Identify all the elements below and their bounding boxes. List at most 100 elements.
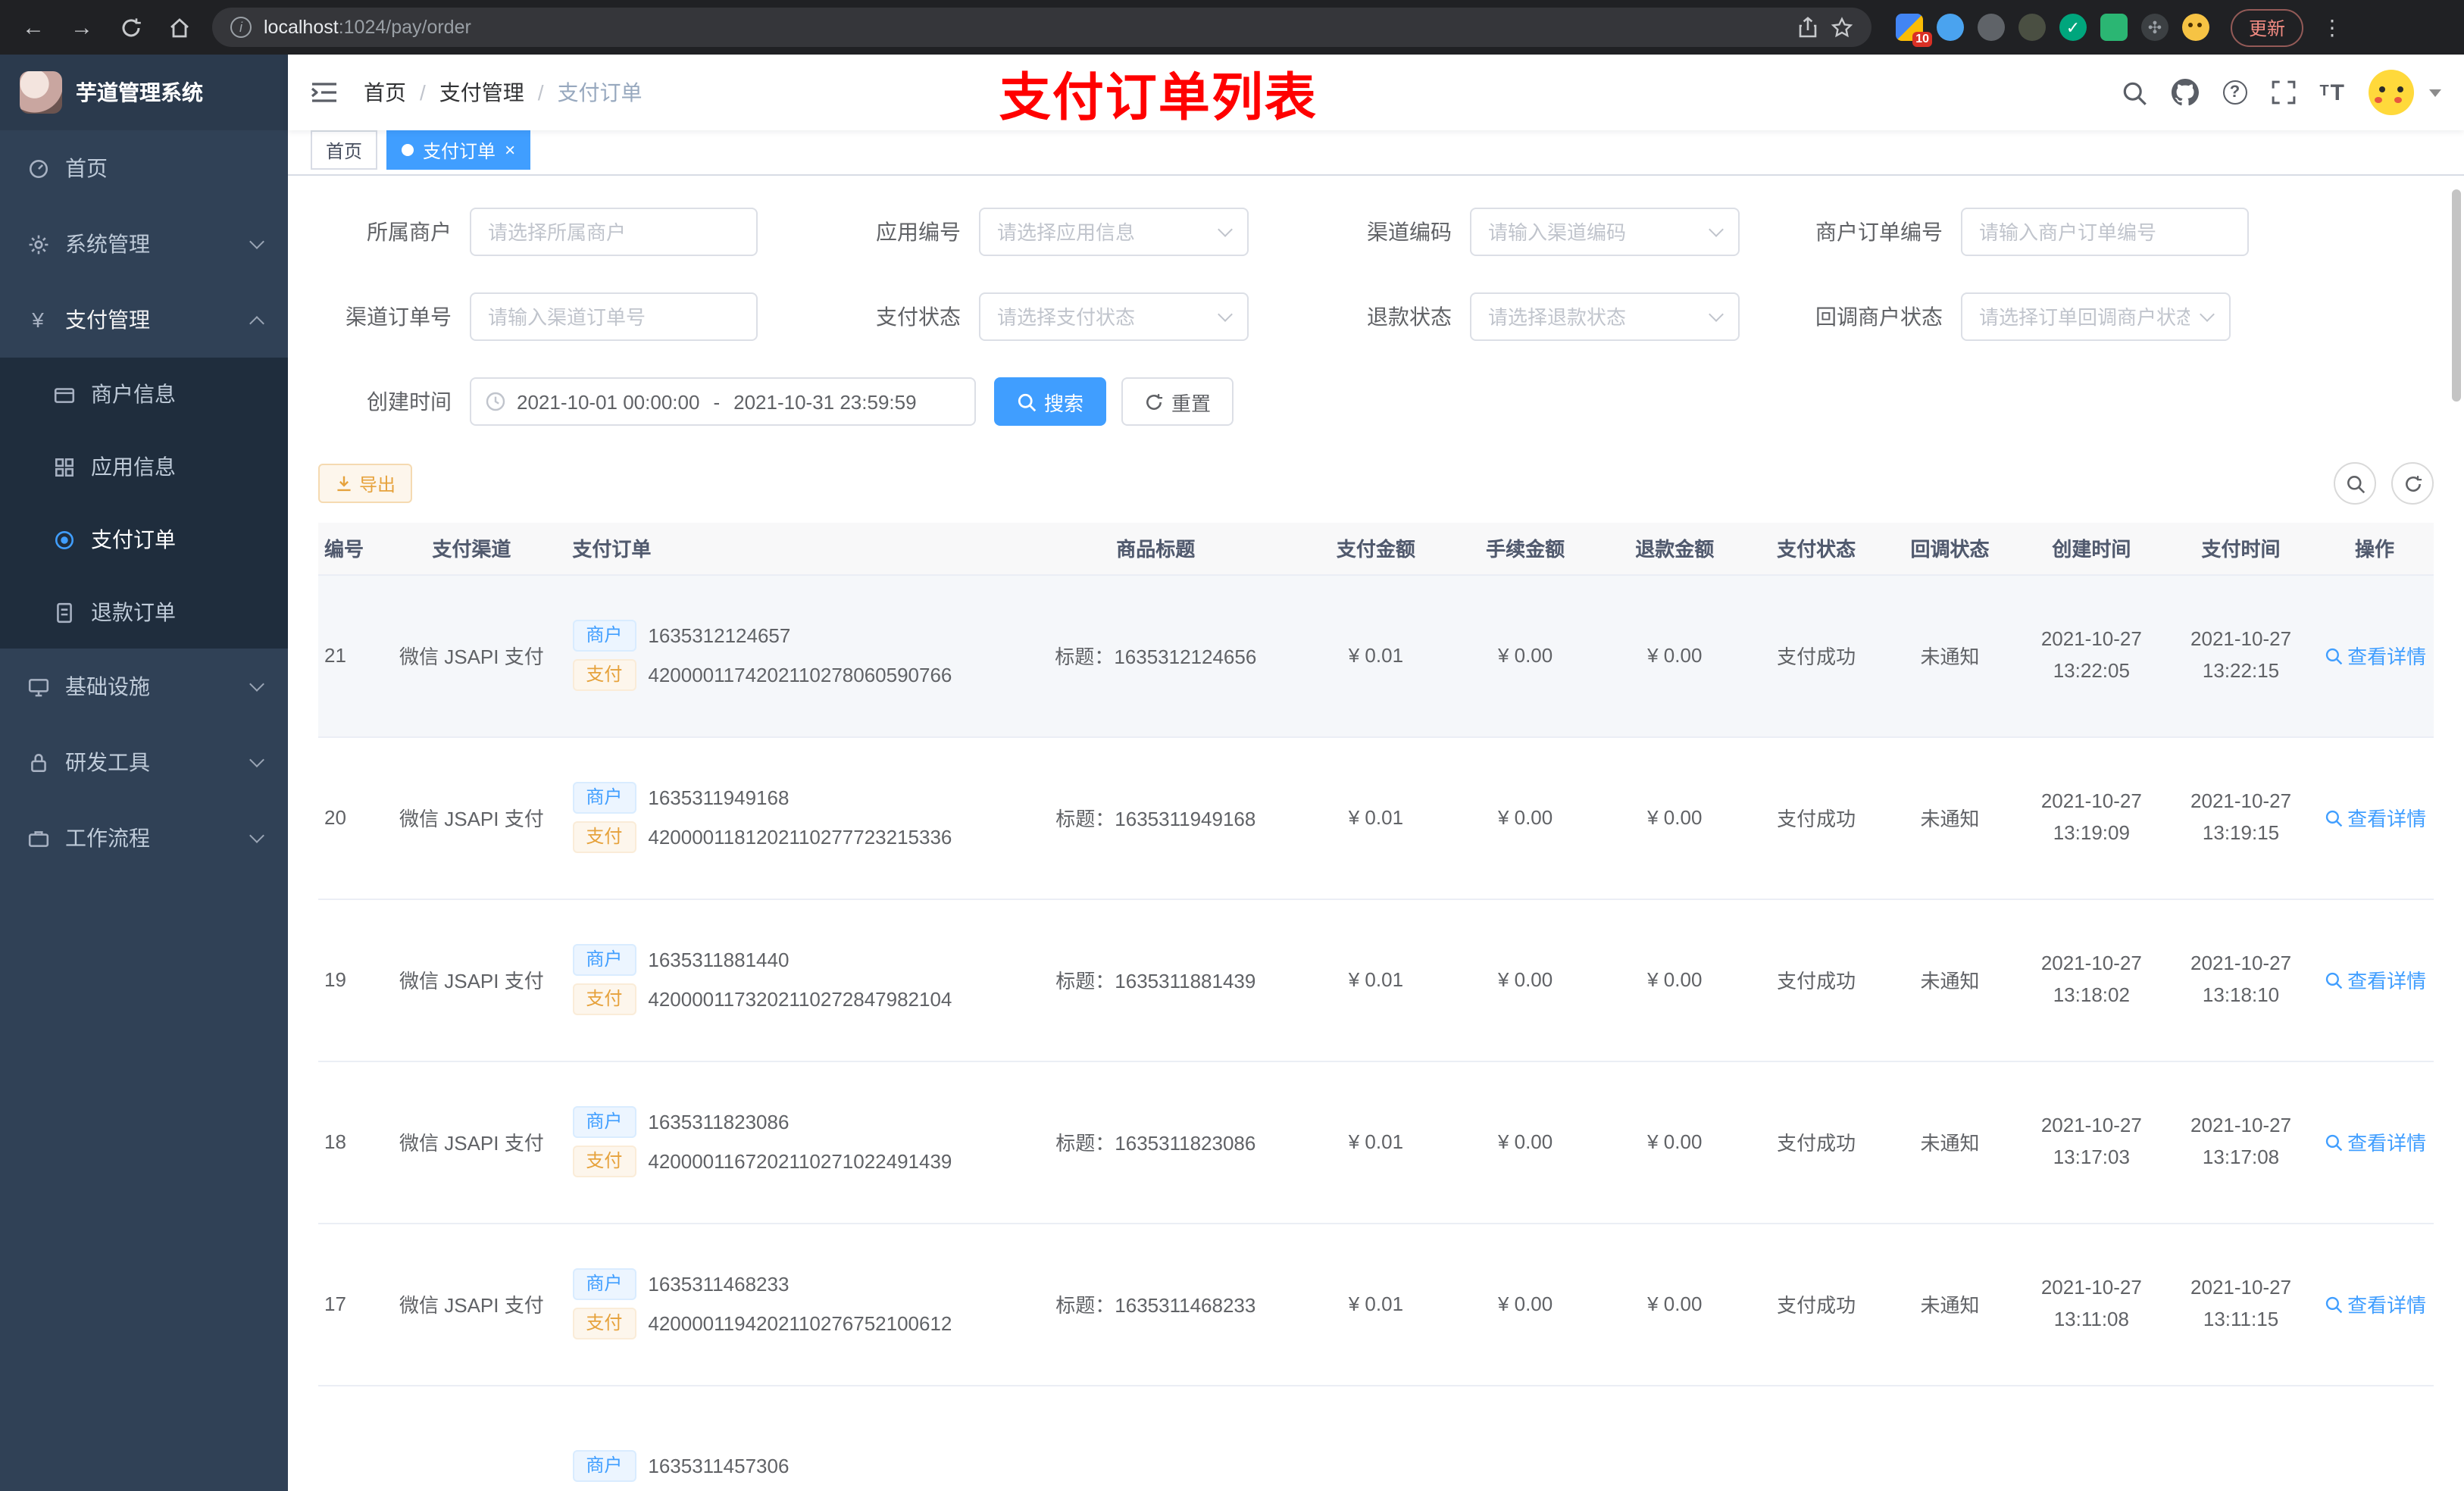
cell-action: 查看详情 xyxy=(2315,574,2434,737)
profile-avatar-icon[interactable] xyxy=(2182,14,2209,41)
export-button-label: 导出 xyxy=(359,474,396,495)
cell-pay-order: 商户 1635311949168 支付 4200001181202110277723… xyxy=(554,736,1011,899)
clock-icon xyxy=(485,391,506,412)
fullscreen-icon[interactable] xyxy=(2271,80,2295,105)
cell-action: 查看详情 xyxy=(2315,899,2434,1061)
col-action: 操作 xyxy=(2315,523,2434,575)
sidebar-item-payment[interactable]: ¥ 支付管理 xyxy=(0,282,288,358)
extension-icon[interactable] xyxy=(2018,14,2046,41)
site-info-icon[interactable]: i xyxy=(230,17,252,38)
sidebar-item-pay-order[interactable]: 支付订单 xyxy=(0,503,288,576)
table-row[interactable]: 19 微信 JSAPI 支付 商户 1635311881440 支付 4200001… xyxy=(318,899,2434,1061)
sidebar-item-app-info[interactable]: 应用信息 xyxy=(0,430,288,503)
view-detail-link[interactable]: 查看详情 xyxy=(2325,1289,2426,1318)
cell-fee xyxy=(1450,1385,1600,1491)
browser-home-button[interactable] xyxy=(158,6,200,48)
reset-button[interactable]: 重置 xyxy=(1121,377,1234,426)
font-size-icon[interactable]: TT xyxy=(2319,81,2344,104)
extensions-menu-icon[interactable]: ✣ xyxy=(2141,14,2169,41)
merchant-select[interactable] xyxy=(470,208,758,256)
table-row[interactable]: 商户 1635311457306 xyxy=(318,1385,2434,1491)
app-logo[interactable]: 芋道管理系统 xyxy=(0,55,288,130)
view-detail-link[interactable]: 查看详情 xyxy=(2325,1127,2426,1156)
sidebar-item-home[interactable]: 首页 xyxy=(0,130,288,206)
pay-no: 4200001174202110278060590766 xyxy=(648,664,952,686)
breadcrumb-home[interactable]: 首页 xyxy=(364,77,406,108)
extension-chat-icon[interactable] xyxy=(2100,14,2128,41)
cell-notify: 未通知 xyxy=(1883,899,2017,1061)
close-icon[interactable]: × xyxy=(505,141,515,159)
view-detail-link[interactable]: 查看详情 xyxy=(2325,803,2426,832)
extension-icon[interactable] xyxy=(1978,14,2005,41)
pay-status-select[interactable] xyxy=(979,292,1249,341)
tab-pay-order[interactable]: 支付订单 × xyxy=(386,130,531,170)
table-row[interactable]: 18 微信 JSAPI 支付 商户 1635311823086 支付 4200001… xyxy=(318,1061,2434,1224)
col-amount: 支付金额 xyxy=(1301,523,1451,575)
view-detail-link[interactable]: 查看详情 xyxy=(2325,965,2426,994)
col-status: 支付状态 xyxy=(1749,523,1884,575)
channel-code-select[interactable] xyxy=(1470,208,1740,256)
chevron-down-icon xyxy=(249,677,264,692)
sidebar-item-merchant-info[interactable]: 商户信息 xyxy=(0,358,288,430)
cell-amount: ¥ 0.01 xyxy=(1301,1061,1451,1224)
col-pay-order: 支付订单 xyxy=(554,523,1011,575)
sidebar-item-refund-order[interactable]: 退款订单 xyxy=(0,576,288,649)
main-area: 首页 / 支付管理 / 支付订单 支付订单列表 ? T T 首页 支付订单 × … xyxy=(288,55,2464,1491)
refund-status-select[interactable] xyxy=(1470,292,1740,341)
cell-pay-order: 商户 1635311823086 支付 4200001167202110271022… xyxy=(554,1061,1011,1224)
table-toolbar: 导出 xyxy=(318,462,2434,505)
table-row[interactable]: 20 微信 JSAPI 支付 商户 1635311949168 支付 4200001… xyxy=(318,736,2434,899)
app-select[interactable] xyxy=(979,208,1249,256)
breadcrumb-separator: / xyxy=(537,80,544,105)
search-button[interactable]: 搜索 xyxy=(994,377,1107,426)
sidebar-item-infra[interactable]: 基础设施 xyxy=(0,649,288,724)
browser-update-button[interactable]: 更新 xyxy=(2231,8,2304,46)
help-icon[interactable]: ? xyxy=(2222,80,2247,105)
toggle-search-button[interactable] xyxy=(2334,462,2376,505)
extension-icon[interactable]: 10 xyxy=(1896,14,1932,47)
extension-check-icon[interactable]: ✓ xyxy=(2059,14,2087,41)
sidebar-item-system[interactable]: 系统管理 xyxy=(0,206,288,282)
table-row[interactable]: 17 微信 JSAPI 支付 商户 1635311468233 支付 4200001… xyxy=(318,1223,2434,1386)
merchant-no: 1635312124657 xyxy=(648,624,791,647)
refresh-button[interactable] xyxy=(2391,462,2434,505)
page-scrollbar[interactable] xyxy=(2452,189,2461,402)
cell-amount: ¥ 0.01 xyxy=(1301,736,1451,899)
share-icon[interactable] xyxy=(1797,17,1818,38)
user-avatar[interactable] xyxy=(2369,70,2414,115)
github-icon[interactable] xyxy=(2171,79,2199,106)
browser-menu-icon[interactable]: ⋮ xyxy=(2322,14,2343,40)
extension-icon[interactable] xyxy=(1937,14,1964,41)
pay-tag: 支付 xyxy=(572,983,636,1015)
create-time-range-picker[interactable]: 2021-10-01 00:00:00 - 2021-10-31 23:59:5… xyxy=(470,377,976,426)
view-detail-link[interactable]: 查看详情 xyxy=(2325,641,2426,670)
cell-paid: 2021-10-27 13:22:15 xyxy=(2165,574,2316,737)
browser-forward-button[interactable]: → xyxy=(61,6,103,48)
col-fee: 手续金额 xyxy=(1450,523,1600,575)
cell-paid: 2021-10-27 13:18:10 xyxy=(2165,899,2316,1061)
sidebar-toggle-icon[interactable] xyxy=(311,77,341,108)
table-row[interactable]: 21 微信 JSAPI 支付 商户 1635312124657 支付 4200001… xyxy=(318,574,2434,737)
cell-channel: 微信 JSAPI 支付 xyxy=(389,1061,555,1224)
browser-reload-button[interactable] xyxy=(109,6,152,48)
sidebar-item-devtools[interactable]: 研发工具 xyxy=(0,724,288,800)
merchant-order-no-input[interactable] xyxy=(1961,208,2249,256)
pay-tag: 支付 xyxy=(572,1146,636,1177)
search-icon[interactable] xyxy=(2121,80,2147,105)
sidebar-item-label: 系统管理 xyxy=(65,232,150,256)
sidebar-item-workflow[interactable]: 工作流程 xyxy=(0,800,288,876)
cell-amount: ¥ 0.01 xyxy=(1301,1223,1451,1386)
notify-status-select[interactable] xyxy=(1961,292,2231,341)
export-button[interactable]: 导出 xyxy=(318,464,413,503)
user-menu-caret-icon[interactable] xyxy=(2429,89,2441,96)
cell-action: 查看详情 xyxy=(2315,736,2434,899)
breadcrumb-pay-manage[interactable]: 支付管理 xyxy=(439,77,524,108)
channel-order-no-input[interactable] xyxy=(470,292,758,341)
bookmark-star-icon[interactable] xyxy=(1831,16,1853,39)
browser-back-button[interactable]: ← xyxy=(12,6,55,48)
col-paid: 支付时间 xyxy=(2165,523,2316,575)
col-channel: 支付渠道 xyxy=(389,523,555,575)
tab-home[interactable]: 首页 xyxy=(311,130,378,170)
address-bar[interactable]: i localhost:1024/pay/order xyxy=(212,8,1871,47)
cell-title: 标题：1635311949168 xyxy=(1010,736,1302,899)
